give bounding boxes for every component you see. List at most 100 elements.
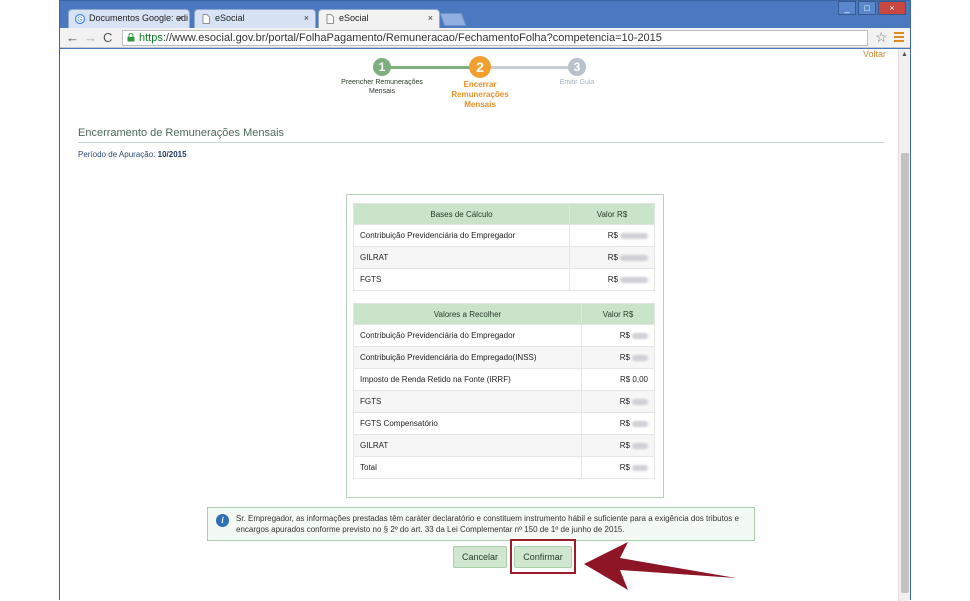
google-icon: G <box>75 14 85 24</box>
redacted-value <box>632 398 648 405</box>
row-label: Contribuição Previdenciária do Empregado… <box>353 224 570 247</box>
redacted-value <box>620 254 648 261</box>
redacted-value <box>632 464 648 471</box>
step-2-circle: 2 <box>469 56 491 78</box>
row-value: R$ <box>569 224 655 247</box>
minimize-button[interactable]: _ <box>838 1 856 15</box>
table-row: Contribuição Previdenciária do Empregado… <box>353 346 655 369</box>
bases-calculo-table: Bases de Cálculo Valor R$ Contribuição P… <box>353 203 655 291</box>
row-value: R$ <box>581 434 655 457</box>
row-label: FGTS Compensatório <box>353 412 582 435</box>
row-label: Contribuição Previdenciária do Empregado… <box>353 346 582 369</box>
tab-label: eSocial <box>215 13 245 23</box>
row-label: GILRAT <box>353 246 570 269</box>
row-label: Contribuição Previdenciária do Empregado… <box>353 324 582 347</box>
tab-bar: _ □ × G Documentos Google: edi × eSocial… <box>60 1 910 29</box>
tab-documentos-google[interactable]: G Documentos Google: edi × <box>68 9 190 28</box>
table-row: Imposto de Renda Retido na Fonte (IRRF) … <box>353 368 655 391</box>
page-title: Encerramento de Remunerações Mensais <box>78 127 285 139</box>
wizard-steps: 1 2 3 Preencher Remunerações Mensais Enc… <box>322 55 622 115</box>
menu-icon[interactable] <box>894 32 904 44</box>
row-value: R$ <box>569 246 655 269</box>
tab-esocial-active[interactable]: eSocial × <box>318 9 440 29</box>
vertical-scrollbar[interactable]: ▲ <box>898 49 910 601</box>
scrollbar-thumb[interactable] <box>901 153 909 593</box>
info-notice: i Sr. Empregador, as informações prestad… <box>207 507 755 541</box>
back-arrow-icon[interactable]: ← <box>66 30 79 46</box>
browser-window: _ □ × G Documentos Google: edi × eSocial… <box>59 0 911 601</box>
step-2-label: Encerrar Remunerações Mensais <box>451 80 509 109</box>
url-scheme: https <box>139 32 163 44</box>
bookmark-star-icon[interactable]: ☆ <box>875 29 888 46</box>
info-text: Sr. Empregador, as informações prestadas… <box>236 514 739 534</box>
lock-icon <box>127 33 135 42</box>
page-content: Voltar 1 2 3 Preencher Remunerações Mens… <box>60 49 898 601</box>
redacted-value <box>632 354 648 361</box>
row-label: FGTS <box>353 268 570 291</box>
new-tab-button[interactable] <box>439 13 467 26</box>
period-value: 10/2015 <box>157 150 187 159</box>
close-window-button[interactable]: × <box>878 1 906 15</box>
close-tab-icon[interactable]: × <box>428 13 433 23</box>
row-value: R$ <box>581 324 655 347</box>
table-row: FGTS R$ <box>353 390 655 413</box>
redacted-value <box>620 276 648 283</box>
row-label: FGTS <box>353 390 582 413</box>
row-value: R$ <box>581 412 655 435</box>
table-row: Contribuição Previdenciária do Empregado… <box>353 324 655 347</box>
summary-panel: Bases de Cálculo Valor R$ Contribuição P… <box>346 194 664 498</box>
reload-icon[interactable]: C <box>103 30 112 46</box>
column-header: Valor R$ <box>581 303 655 325</box>
maximize-button[interactable]: □ <box>858 1 876 15</box>
cancel-button[interactable]: Cancelar <box>453 546 507 568</box>
address-bar[interactable]: https://www.esocial.gov.br/portal/FolhaP… <box>122 30 868 46</box>
tab-label: Documentos Google: edi <box>89 13 189 23</box>
table-row: Total R$ <box>353 456 655 479</box>
step-3-circle: 3 <box>568 58 586 76</box>
step-connector <box>382 66 482 69</box>
title-divider <box>78 142 884 143</box>
row-label: Imposto de Renda Retido na Fonte (IRRF) <box>353 368 582 391</box>
tab-label: eSocial <box>339 13 369 23</box>
annotation-highlight-box <box>510 539 576 574</box>
step-connector <box>482 66 582 69</box>
row-value: R$ <box>581 346 655 369</box>
table-row: GILRAT R$ <box>353 434 655 457</box>
row-label: GILRAT <box>353 434 582 457</box>
column-header: Valores a Recolher <box>353 303 582 325</box>
step-1-circle: 1 <box>373 58 391 76</box>
url-text: ://www.esocial.gov.br/portal/FolhaPagame… <box>162 32 662 44</box>
row-value: R$ <box>569 268 655 291</box>
browser-toolbar: ← → C https://www.esocial.gov.br/portal/… <box>60 28 910 48</box>
tab-esocial-1[interactable]: eSocial × <box>194 9 316 28</box>
close-tab-icon[interactable]: × <box>178 13 183 23</box>
row-value: R$ <box>581 390 655 413</box>
redacted-value <box>620 232 648 239</box>
step-3-label: Emitir Guia <box>559 79 595 86</box>
row-value: R$ <box>581 456 655 479</box>
annotation-arrow-icon <box>584 542 736 590</box>
row-value: R$ 0,00 <box>581 368 655 391</box>
redacted-value <box>632 442 648 449</box>
voltar-link[interactable]: Voltar <box>863 49 886 59</box>
window-controls: _ □ × <box>838 1 906 15</box>
column-header: Valor R$ <box>569 203 655 225</box>
table-row: Contribuição Previdenciária do Empregado… <box>353 224 655 247</box>
forward-arrow-icon[interactable]: → <box>84 30 97 46</box>
row-label: Total <box>353 456 582 479</box>
scroll-up-icon[interactable]: ▲ <box>901 51 908 58</box>
valores-recolher-table: Valores a Recolher Valor R$ Contribuição… <box>353 303 655 479</box>
close-tab-icon[interactable]: × <box>304 13 309 23</box>
table-row: GILRAT R$ <box>353 246 655 269</box>
page-icon <box>326 14 334 24</box>
info-icon: i <box>216 514 229 527</box>
step-1-label: Preencher Remunerações Mensais <box>341 79 423 95</box>
period-label: Período de Apuração: <box>78 150 156 159</box>
table-row: FGTS Compensatório R$ <box>353 412 655 435</box>
period-info: Período de Apuração: 10/2015 <box>78 150 187 159</box>
redacted-value <box>632 332 648 339</box>
redacted-value <box>632 420 648 427</box>
svg-text:G: G <box>77 17 82 24</box>
page-icon <box>202 14 210 24</box>
table-row: FGTS R$ <box>353 268 655 291</box>
